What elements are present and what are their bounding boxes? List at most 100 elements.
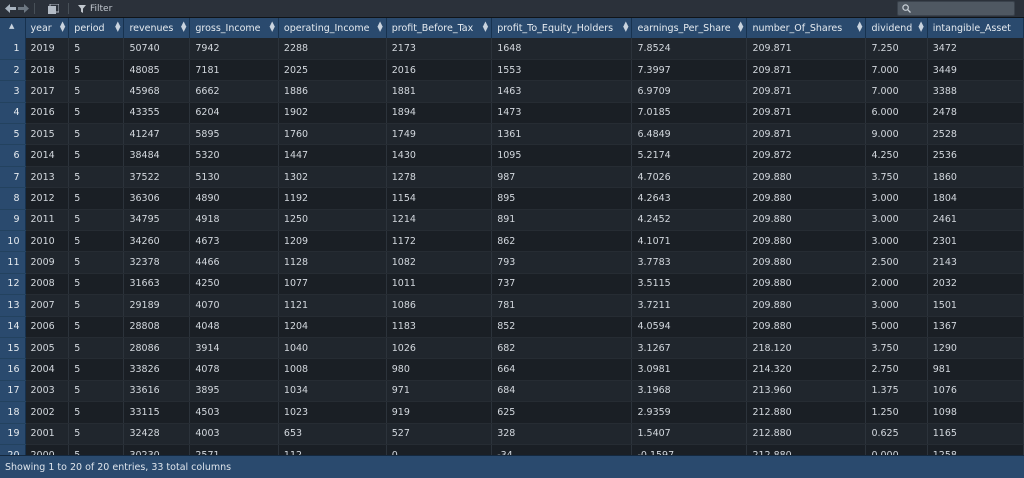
table-cell: 5130 — [189, 166, 279, 189]
table-cell: 3472 — [927, 38, 1024, 60]
table-cell: 1902 — [278, 102, 387, 125]
table-cell: 1128 — [278, 251, 387, 274]
table-cell: 2011 — [25, 209, 70, 232]
row-number-header[interactable]: ▲ — [0, 18, 26, 38]
table-cell: 5 — [68, 123, 125, 146]
table-cell: 1172 — [386, 230, 493, 253]
table-cell: 0 — [386, 444, 493, 455]
table-cell: 2004 — [25, 358, 70, 381]
table-cell: 213.960 — [746, 380, 867, 403]
table-cell: 653 — [278, 423, 387, 445]
table-cell: 209.880 — [746, 273, 867, 296]
table-row: 6 2014 5 38484 5320 1447 1430 1095 5.2174 209.872… — [0, 144, 1024, 167]
table-cell: 5 — [68, 230, 125, 253]
table-cell: 6.9709 — [631, 80, 748, 103]
status-text: Showing 1 to 20 of 20 entries, 33 total … — [5, 461, 232, 473]
column-header-gross_Income[interactable]: gross_Income ▲ ▼ — [189, 18, 279, 38]
table-cell: 684 — [491, 380, 633, 403]
table-cell: 28808 — [123, 316, 191, 338]
toolbar: Filter — [0, 0, 1024, 18]
table-cell: 1278 — [386, 166, 493, 189]
column-header-revenues[interactable]: revenues ▲ ▼ — [123, 18, 191, 38]
toolbar-separator — [34, 3, 35, 14]
table-cell: 625 — [491, 401, 633, 424]
table-cell: 1258 — [927, 444, 1024, 455]
table-cell: 2301 — [927, 230, 1024, 253]
table-cell: 1760 — [278, 123, 387, 146]
table-cell: 1804 — [927, 187, 1024, 210]
table-cell: 1183 — [386, 316, 493, 338]
table-cell: 209.871 — [746, 80, 867, 103]
filter-button[interactable]: Filter — [78, 1, 112, 16]
table-cell: 4918 — [189, 209, 279, 232]
sort-toggle-icon: ▲ ▼ — [115, 20, 121, 33]
search-input[interactable] — [897, 1, 1015, 16]
table-cell: 1473 — [491, 102, 633, 125]
column-header-intangible_Asset[interactable]: intangible_Asset — [927, 18, 1024, 38]
table-cell: 209.880 — [746, 251, 867, 274]
table-cell: 3.5115 — [631, 273, 748, 296]
table-cell: 4503 — [189, 401, 279, 424]
row-number: 14 — [0, 316, 26, 338]
column-header-label: earnings_Per_Share — [637, 22, 731, 34]
table-cell: 2019 — [25, 38, 70, 60]
table-cell: 2.9359 — [631, 401, 748, 424]
sort-ascending-icon: ▲ — [9, 22, 15, 30]
table-cell: 1648 — [491, 38, 633, 60]
column-header-period[interactable]: period ▲ ▼ — [68, 18, 125, 38]
table-row: 8 2012 5 36306 4890 1192 1154 895 4.2643 209.880 3… — [0, 187, 1024, 210]
table-cell: 38484 — [123, 144, 191, 167]
column-header-dividend[interactable]: dividend ▲ ▼ — [865, 18, 928, 38]
table-cell: 32378 — [123, 251, 191, 274]
table-cell: 7.000 — [865, 59, 928, 82]
table-row: 17 2003 5 33616 3895 1034 971 684 3.1968 213.960 1… — [0, 380, 1024, 403]
table-cell: 5 — [68, 444, 125, 455]
table-cell: 7.8524 — [631, 38, 748, 60]
column-header-profit_Before_Tax[interactable]: profit_Before_Tax ▲ ▼ — [386, 18, 493, 38]
header-row: ▲ year ▲ ▼ period ▲ ▼ revenues ▲ ▼ gross_Income ▲ ▼ o… — [0, 18, 1024, 38]
table-cell: 3.1267 — [631, 337, 748, 360]
table-cell: 1082 — [386, 251, 493, 274]
table-cell: 3.7783 — [631, 251, 748, 274]
table-cell: 1463 — [491, 80, 633, 103]
column-header-label: revenues — [129, 22, 174, 34]
column-header-operating_Income[interactable]: operating_Income ▲ ▼ — [278, 18, 387, 38]
table-cell: 32428 — [123, 423, 191, 445]
table-row: 7 2013 5 37522 5130 1302 1278 987 4.7026 209.880 3… — [0, 166, 1024, 189]
table-cell: 2005 — [25, 337, 70, 360]
table-cell: 1077 — [278, 273, 387, 296]
open-in-window-icon[interactable] — [47, 1, 59, 16]
table-cell: 1501 — [927, 294, 1024, 317]
table-cell: 0.625 — [865, 423, 928, 445]
back-arrow-icon[interactable] — [5, 1, 16, 16]
table-cell: 2.750 — [865, 358, 928, 381]
column-header-profit_To_Equity_Holders[interactable]: profit_To_Equity_Holders ▲ ▼ — [491, 18, 633, 38]
table-cell: 1204 — [278, 316, 387, 338]
table-cell: 3.000 — [865, 209, 928, 232]
table-cell: 793 — [491, 251, 633, 274]
toolbar-separator — [68, 3, 69, 14]
table-cell: 112 — [278, 444, 387, 455]
table-cell: 1361 — [491, 123, 633, 146]
table-cell: 2173 — [386, 38, 493, 60]
table-cell: 5895 — [189, 123, 279, 146]
table-cell: 5.000 — [865, 316, 928, 338]
table-cell: 4.7026 — [631, 166, 748, 189]
column-header-earnings_Per_Share[interactable]: earnings_Per_Share ▲ ▼ — [631, 18, 748, 38]
table-cell: 4.0594 — [631, 316, 748, 338]
column-header-number_Of_Shares[interactable]: number_Of_Shares ▲ ▼ — [746, 18, 867, 38]
table-cell: 5 — [68, 102, 125, 125]
forward-arrow-icon[interactable] — [18, 1, 29, 16]
sort-toggle-icon: ▲ ▼ — [180, 20, 187, 33]
table-cell: 5320 — [189, 144, 279, 167]
table-cell: 981 — [927, 358, 1024, 381]
table-cell: 2528 — [927, 123, 1024, 146]
column-header-year[interactable]: year ▲ ▼ — [25, 18, 70, 38]
table-cell: 1290 — [927, 337, 1024, 360]
table-cell: 4048 — [189, 316, 279, 338]
table-cell: 209.880 — [746, 294, 867, 317]
table-cell: 5 — [68, 337, 125, 360]
table-cell: 214.320 — [746, 358, 867, 381]
table-cell: 2032 — [927, 273, 1024, 296]
table-row: 15 2005 5 28086 3914 1040 1026 682 3.1267 218.120… — [0, 337, 1024, 360]
